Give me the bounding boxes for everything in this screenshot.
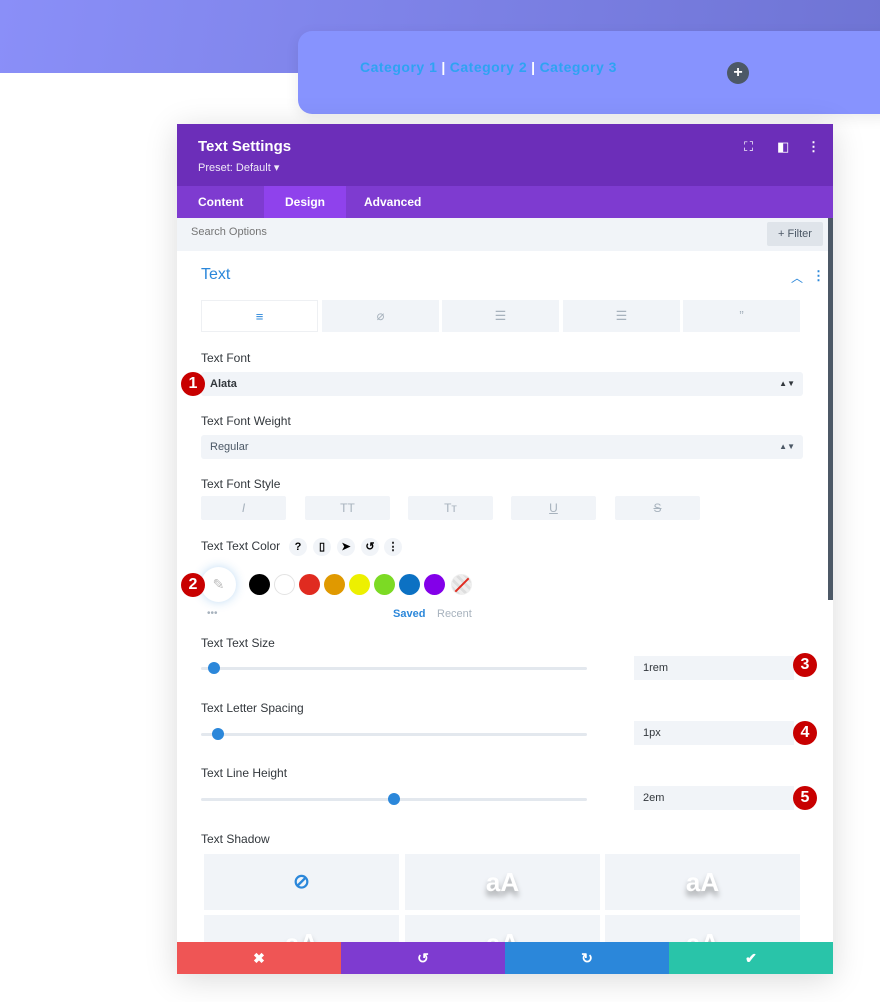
line-height-label: Text Line Height <box>201 766 288 780</box>
step-badge: 3 <box>793 653 817 677</box>
eyedropper-icon[interactable]: ✎ <box>201 567 236 602</box>
transparent-swatch[interactable] <box>451 574 472 595</box>
uppercase-button[interactable]: TT <box>305 496 390 520</box>
letter-spacing-input[interactable]: 1px <box>634 721 794 745</box>
text-font-label: Text Font <box>201 351 251 365</box>
link-icon[interactable]: ⌀ <box>322 300 439 332</box>
capitalize-button[interactable]: Tт <box>408 496 493 520</box>
help-icon[interactable]: ? <box>289 538 307 556</box>
search-bar: + Filter <box>177 218 828 251</box>
redo-button[interactable]: ↻ <box>505 942 669 974</box>
collapse-icon[interactable]: ︿ <box>791 269 803 286</box>
text-size-slider[interactable] <box>201 662 587 674</box>
responsive-icon[interactable]: ▯ <box>313 538 331 556</box>
more-colors-icon[interactable]: ••• <box>207 608 218 619</box>
add-module-button[interactable]: + <box>727 62 749 84</box>
font-weight-select[interactable]: Regular ▲▼ <box>201 435 803 459</box>
undo-button[interactable]: ↺ <box>341 942 505 974</box>
more-options-icon[interactable]: ⋮ <box>807 139 820 155</box>
tab-design[interactable]: Design <box>264 186 347 218</box>
category-link[interactable]: Category 2 <box>450 59 527 75</box>
search-input[interactable] <box>191 226 491 238</box>
no-shadow-icon[interactable]: ⊘ <box>204 854 399 910</box>
shadow-preset[interactable]: aA <box>405 854 600 910</box>
section-menu-icon[interactable]: ⋮ <box>812 268 825 284</box>
step-badge: 4 <box>793 721 817 745</box>
fullscreen-icon[interactable]: ⛶ <box>744 139 753 155</box>
slider-handle[interactable] <box>208 662 221 674</box>
font-style-label: Text Font Style <box>201 477 281 491</box>
save-button[interactable]: ✔ <box>669 942 833 974</box>
color-swatch[interactable] <box>299 574 320 595</box>
letter-spacing-label: Text Letter Spacing <box>201 701 304 715</box>
recent-colors-tab[interactable]: Recent <box>437 608 472 620</box>
text-color-label: Text Text Color <box>201 539 281 553</box>
cancel-button[interactable]: ✖ <box>177 942 341 974</box>
tab-content[interactable]: Content <box>177 186 264 218</box>
letter-spacing-slider[interactable] <box>201 728 587 740</box>
saved-colors-tab[interactable]: Saved <box>393 608 425 620</box>
step-badge: 1 <box>181 372 205 396</box>
panel-header: Text Settings Preset: Default ▾ ⛶ ◧ ⋮ <box>177 124 833 186</box>
panel-tabs: Content Design Advanced <box>177 186 833 218</box>
underline-button[interactable]: U <box>511 496 596 520</box>
panel-footer: ✖ ↺ ↻ ✔ <box>177 942 833 974</box>
font-weight-label: Text Font Weight <box>201 414 291 428</box>
slider-handle[interactable] <box>212 728 225 740</box>
strikethrough-button[interactable]: S <box>615 496 700 520</box>
color-swatch[interactable] <box>399 574 420 595</box>
color-menu-icon[interactable]: ⋮ <box>384 538 402 556</box>
category-link[interactable]: Category 1 <box>360 59 437 75</box>
color-swatch[interactable] <box>374 574 395 595</box>
settings-panel: Text Settings Preset: Default ▾ ⛶ ◧ ⋮ Co… <box>177 124 833 974</box>
unordered-list-icon[interactable]: ☰ <box>442 300 559 332</box>
hover-cursor-icon[interactable]: ➤ <box>337 538 355 556</box>
scrollbar[interactable] <box>828 218 833 600</box>
panel-title: Text Settings <box>198 138 292 155</box>
color-swatch[interactable] <box>274 574 295 595</box>
reset-icon[interactable]: ↺ <box>361 538 379 556</box>
slider-handle[interactable] <box>388 793 400 805</box>
color-swatch[interactable] <box>324 574 345 595</box>
text-size-label: Text Text Size <box>201 636 275 650</box>
color-swatch[interactable] <box>349 574 370 595</box>
select-arrows-icon: ▲▼ <box>779 442 795 451</box>
select-arrows-icon: ▲▼ <box>779 379 795 388</box>
text-size-input[interactable]: 1rem <box>634 656 794 680</box>
text-font-select[interactable]: Alata ▲▼ <box>201 372 803 396</box>
step-badge: 2 <box>181 573 205 597</box>
category-link[interactable]: Category 3 <box>540 59 617 75</box>
preset-dropdown[interactable]: Preset: Default ▾ <box>198 161 279 174</box>
quote-icon[interactable]: ” <box>683 300 800 332</box>
ordered-list-icon[interactable]: ☰ <box>563 300 680 332</box>
line-height-input[interactable]: 2em <box>634 786 794 810</box>
step-badge: 5 <box>793 786 817 810</box>
color-swatch[interactable] <box>249 574 270 595</box>
filter-button[interactable]: + Filter <box>767 222 823 246</box>
tab-advanced[interactable]: Advanced <box>343 186 442 218</box>
sidebar-toggle-icon[interactable]: ◧ <box>777 139 789 155</box>
line-height-slider[interactable] <box>201 793 587 805</box>
color-swatch[interactable] <box>424 574 445 595</box>
text-shadow-label: Text Shadow <box>201 832 270 846</box>
italic-button[interactable]: I <box>201 496 286 520</box>
shadow-preset[interactable]: aA <box>605 854 800 910</box>
section-title[interactable]: Text <box>201 266 230 284</box>
align-left-icon[interactable]: ≡ <box>201 300 318 332</box>
category-links: Category 1 | Category 2 | Category 3 <box>360 59 617 75</box>
